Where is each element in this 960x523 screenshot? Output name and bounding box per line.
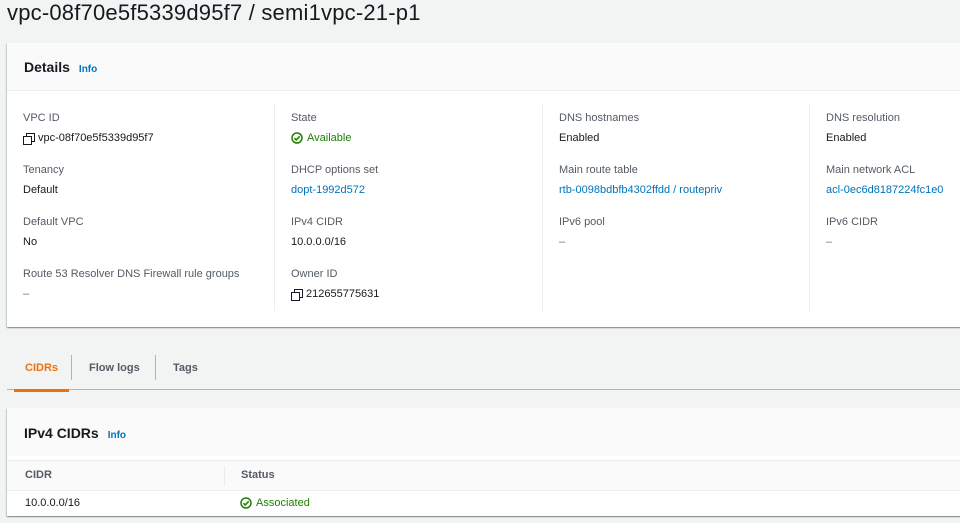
field-dhcp: DHCP options set dopt-1992d572 <box>291 163 378 197</box>
field-label: DNS resolution <box>826 112 900 124</box>
column-header-cidr[interactable]: CIDR <box>25 469 52 481</box>
column-header-status[interactable]: Status <box>241 469 275 481</box>
details-column-2: State Available DHCP options set dopt-19… <box>274 103 542 311</box>
table-row: 10.0.0.0/16 Associated <box>7 491 960 516</box>
details-column-3: DNS hostnames Enabled Main route table r… <box>542 103 810 311</box>
details-column-1: VPC ID vpc-08f70e5f5339d95f7 Tenancy Def… <box>7 103 275 311</box>
status-success-icon <box>291 132 303 144</box>
tab-bar: CIDRs Flow logs Tags <box>7 345 960 392</box>
field-owner-id: Owner ID 212655775631 <box>291 267 379 301</box>
field-value: Default <box>23 184 58 196</box>
field-label: Route 53 Resolver DNS Firewall rule grou… <box>23 268 240 280</box>
field-ipv6-cidr: IPv6 CIDR – <box>826 215 878 249</box>
field-label: IPv6 pool <box>559 216 605 228</box>
details-title: Details <box>24 59 70 75</box>
copy-icon[interactable] <box>23 132 35 145</box>
ipv4-cidrs-title: IPv4 CIDRs <box>24 425 99 441</box>
details-info-link[interactable]: Info <box>79 64 97 75</box>
details-columns: VPC ID vpc-08f70e5f5339d95f7 Tenancy Def… <box>7 103 960 311</box>
copy-icon[interactable] <box>291 288 303 301</box>
field-ipv6-pool: IPv6 pool – <box>559 215 605 249</box>
details-header: Details Info <box>7 43 960 91</box>
field-label: Default VPC <box>23 216 84 228</box>
page-title: vpc-08f70e5f5339d95f7 / semi1vpc-21-p1 <box>7 0 421 25</box>
ipv4-cidrs-header: IPv4 CIDRs Info <box>7 408 960 456</box>
field-dns-hostnames: DNS hostnames Enabled <box>559 111 639 145</box>
field-ipv4-cidr: IPv4 CIDR 10.0.0.0/16 <box>291 215 346 249</box>
field-value: vpc-08f70e5f5339d95f7 <box>23 131 154 145</box>
state-value: Available <box>307 132 352 144</box>
field-label: Main route table <box>559 164 638 176</box>
cidr-cell: 10.0.0.0/16 <box>25 497 81 509</box>
column-divider <box>224 466 225 486</box>
ipv4-cidrs-panel: IPv4 CIDRs Info CIDR Status 10.0.0.0/16 … <box>7 408 960 516</box>
field-value: 212655775631 <box>291 287 379 301</box>
main-route-table-link[interactable]: rtb-0098bdbfb4302ffdd / routepriv <box>559 183 722 197</box>
field-label: Tenancy <box>23 164 64 176</box>
field-label: Main network ACL <box>826 164 916 176</box>
status-success-icon <box>240 497 252 509</box>
field-label: VPC ID <box>23 112 60 124</box>
table-header: CIDR Status <box>7 460 960 491</box>
owner-id-value: 212655775631 <box>306 288 380 300</box>
tab-cidrs[interactable]: CIDRs <box>13 345 70 392</box>
vpc-id-value: vpc-08f70e5f5339d95f7 <box>38 132 154 144</box>
tab-tags[interactable]: Tags <box>173 345 198 390</box>
field-label: DNS hostnames <box>559 112 640 124</box>
field-state: State Available <box>291 111 351 145</box>
field-route53: Route 53 Resolver DNS Firewall rule grou… <box>23 267 239 301</box>
status-value: Associated <box>256 497 310 509</box>
details-panel: Details Info VPC ID vpc-08f70e5f5339d95f… <box>7 43 960 327</box>
field-value: – <box>23 288 30 300</box>
field-value: No <box>23 236 38 248</box>
field-default-vpc: Default VPC No <box>23 215 84 249</box>
status-cell: Associated <box>240 497 310 509</box>
field-dns-resolution: DNS resolution Enabled <box>826 111 900 145</box>
field-value: Enabled <box>826 132 867 144</box>
tab-divider <box>155 355 156 380</box>
field-value: – <box>826 236 833 248</box>
field-label: DHCP options set <box>291 164 379 176</box>
field-label: Owner ID <box>291 268 338 280</box>
field-value: 10.0.0.0/16 <box>291 236 347 248</box>
main-network-acl-link[interactable]: acl-0ec6d8187224fc1e0 <box>826 183 943 197</box>
tab-flow-logs[interactable]: Flow logs <box>89 345 140 390</box>
field-value: – <box>559 236 566 248</box>
field-tenancy: Tenancy Default <box>23 163 64 197</box>
field-main-route-table: Main route table rtb-0098bdbfb4302ffdd /… <box>559 163 722 197</box>
dhcp-options-link[interactable]: dopt-1992d572 <box>291 183 378 197</box>
field-vpc-id: VPC ID vpc-08f70e5f5339d95f7 <box>23 111 154 145</box>
field-value: Available <box>291 131 351 145</box>
field-value: Enabled <box>559 132 600 144</box>
ipv4-cidrs-info-link[interactable]: Info <box>108 430 126 441</box>
field-label: State <box>291 112 317 124</box>
field-main-network-acl: Main network ACL acl-0ec6d8187224fc1e0 <box>826 163 943 197</box>
field-label: IPv4 CIDR <box>291 216 343 228</box>
details-column-4: DNS resolution Enabled Main network ACL … <box>809 103 960 311</box>
tab-divider <box>71 355 72 380</box>
field-label: IPv6 CIDR <box>826 216 878 228</box>
